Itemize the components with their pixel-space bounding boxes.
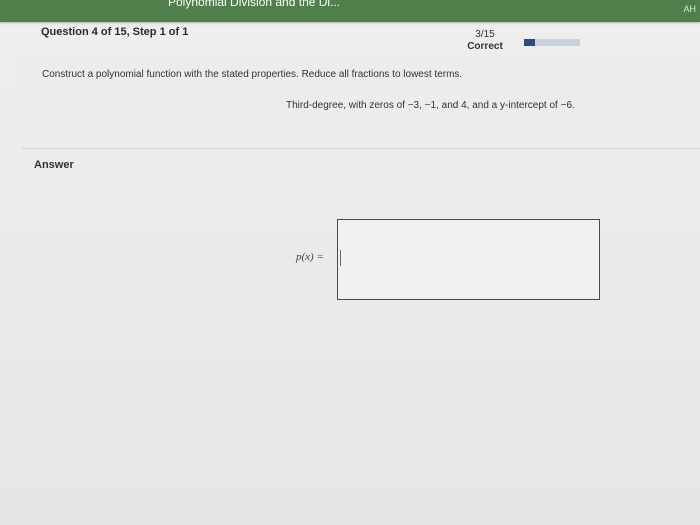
answer-label: Answer [34, 159, 74, 171]
question-label: Question 4 of 15, Step 1 of 1 [41, 26, 189, 38]
progress-bar-fill [524, 39, 536, 46]
question-prompt: Construct a polynomial function with the… [22, 60, 700, 149]
user-initials-button[interactable]: AH [683, 4, 696, 14]
assignment-title: Polynomial Division and the Di... [168, 0, 341, 9]
function-label: p(x) = [296, 251, 324, 263]
progress-bar [524, 39, 580, 46]
score-text: 3/15 [475, 29, 495, 40]
instruction-text: Construct a polynomial function with the… [42, 69, 463, 80]
properties-text: Third-degree, with zeros of −3, −1, and … [286, 100, 575, 111]
text-cursor [340, 250, 341, 266]
question-header: Question 4 of 15, Step 1 of 1 3/15 Corre… [22, 22, 700, 60]
status-text: Correct [467, 41, 503, 52]
assignment-page: Polynomial Division and the Di... AH Que… [0, 0, 700, 525]
top-bar: Polynomial Division and the Di... AH [0, 0, 700, 22]
answer-input[interactable] [337, 219, 600, 300]
